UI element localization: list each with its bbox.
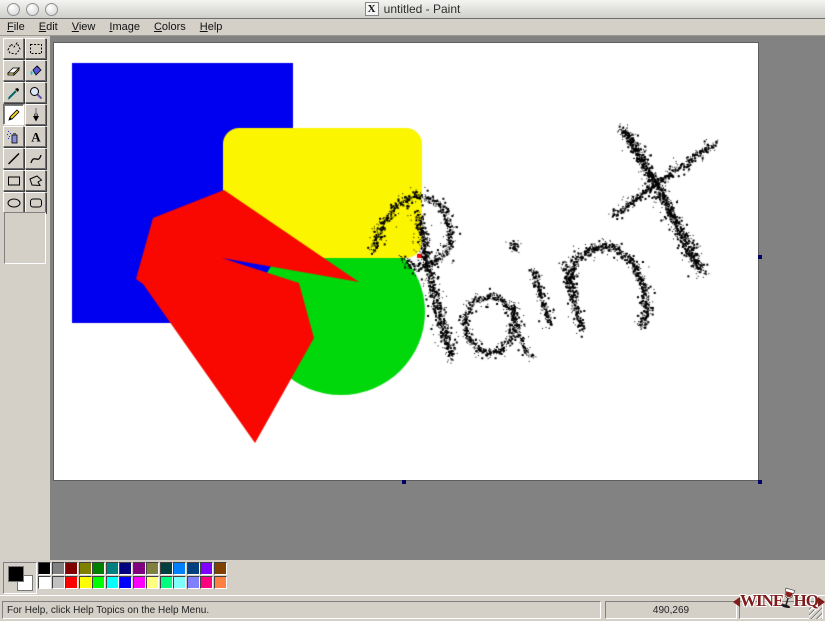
color-swatch[interactable] (119, 576, 132, 589)
ellipse-icon (6, 195, 22, 211)
color-swatch[interactable] (52, 576, 65, 589)
color-swatch[interactable] (106, 562, 119, 575)
color-swatch[interactable] (173, 562, 186, 575)
canvas-resize-handle[interactable] (758, 255, 762, 259)
brush-icon (28, 107, 44, 123)
tool-airbrush[interactable] (3, 126, 24, 147)
menu-item-view[interactable]: View (65, 20, 103, 34)
menu-bar: FileEditViewImageColorsHelp (0, 19, 825, 36)
color-swatch[interactable] (133, 562, 146, 575)
status-help-pane: For Help, click Help Topics on the Help … (2, 601, 601, 619)
color-swatch[interactable] (187, 576, 200, 589)
freeform-select-icon (6, 41, 22, 57)
status-coordinates-pane: 490,269 (605, 601, 737, 619)
color-swatch[interactable] (92, 576, 105, 589)
winehq-logo: WINE HQ (733, 575, 825, 617)
color-swatch[interactable] (160, 562, 173, 575)
color-swatch[interactable] (146, 576, 159, 589)
tool-curve[interactable] (25, 148, 46, 169)
color-swatch[interactable] (92, 562, 105, 575)
rectangle-icon (6, 173, 22, 189)
tool-freeform-select[interactable] (3, 38, 24, 59)
tool-pencil[interactable] (3, 104, 24, 125)
x11-app-icon: X (365, 2, 379, 16)
canvas-resize-handle[interactable] (402, 480, 406, 484)
select-icon (28, 41, 44, 57)
status-bar: For Help, click Help Topics on the Help … (0, 595, 825, 621)
pencil-icon (6, 107, 22, 123)
curve-icon (28, 151, 44, 167)
color-swatch[interactable] (65, 562, 78, 575)
polygon-icon (28, 173, 44, 189)
window-title: untitled - Paint (384, 2, 461, 16)
color-swatch[interactable] (65, 576, 78, 589)
menu-item-file[interactable]: File (0, 20, 32, 34)
tool-polygon[interactable] (25, 170, 46, 191)
tool-eraser[interactable] (3, 60, 24, 81)
menu-item-edit[interactable]: Edit (32, 20, 65, 34)
canvas-resize-handle[interactable] (758, 480, 762, 484)
foreground-color-box (8, 566, 24, 582)
tool-ellipse[interactable] (3, 192, 24, 213)
color-swatch[interactable] (79, 576, 92, 589)
winehq-left-arrow-icon (733, 597, 740, 607)
color-swatch[interactable] (38, 562, 51, 575)
line-icon (6, 151, 22, 167)
tool-line[interactable] (3, 148, 24, 169)
menu-item-image[interactable]: Image (102, 20, 147, 34)
tool-fill[interactable] (25, 60, 46, 81)
menu-item-help[interactable]: Help (193, 20, 230, 34)
status-help-text: For Help, click Help Topics on the Help … (7, 605, 209, 616)
color-swatch[interactable] (119, 562, 132, 575)
title-bar[interactable]: X untitled - Paint (0, 0, 825, 19)
main-area: A (0, 36, 825, 560)
pick-color-icon (6, 85, 22, 101)
winehq-right-arrow-icon (818, 597, 825, 607)
color-swatch[interactable] (173, 576, 186, 589)
color-swatch[interactable] (214, 562, 227, 575)
tool-options-box[interactable] (4, 212, 46, 264)
workspace (50, 36, 825, 560)
paint-window: X untitled - Paint FileEditViewImageColo… (0, 0, 825, 621)
tool-brush[interactable] (25, 104, 46, 125)
drawing-canvas[interactable] (53, 42, 759, 481)
winehq-hq-text: HQ (794, 591, 818, 611)
fill-icon (28, 63, 44, 79)
eraser-icon (6, 63, 22, 79)
rounded-rectangle-icon (28, 195, 44, 211)
color-swatch[interactable] (133, 576, 146, 589)
color-swatch[interactable] (146, 562, 159, 575)
tool-magnifier[interactable] (25, 82, 46, 103)
color-swatch[interactable] (79, 562, 92, 575)
color-palette-bar (0, 560, 825, 595)
color-swatch[interactable] (200, 562, 213, 575)
tool-rounded-rectangle[interactable] (25, 192, 46, 213)
color-swatch[interactable] (52, 562, 65, 575)
menu-item-colors[interactable]: Colors (147, 20, 193, 34)
color-swatch[interactable] (200, 576, 213, 589)
svg-text:A: A (31, 129, 41, 144)
magnifier-icon (28, 85, 44, 101)
cursor-coordinates: 490,269 (653, 605, 689, 616)
winehq-wine-text: WINE (740, 591, 783, 611)
tool-select[interactable] (25, 38, 46, 59)
current-colors-indicator[interactable] (3, 562, 37, 594)
text-icon: A (28, 129, 44, 145)
tool-pick-color[interactable] (3, 82, 24, 103)
tool-palette: A (0, 36, 50, 560)
title-group: X untitled - Paint (0, 0, 825, 18)
color-swatch[interactable] (187, 562, 200, 575)
tool-text[interactable]: A (25, 126, 46, 147)
tool-rectangle[interactable] (3, 170, 24, 191)
color-swatch[interactable] (214, 576, 227, 589)
tool-grid: A (3, 38, 47, 213)
airbrush-icon (6, 129, 22, 145)
color-swatch[interactable] (38, 576, 51, 589)
color-swatch[interactable] (160, 576, 173, 589)
color-swatch[interactable] (106, 576, 119, 589)
